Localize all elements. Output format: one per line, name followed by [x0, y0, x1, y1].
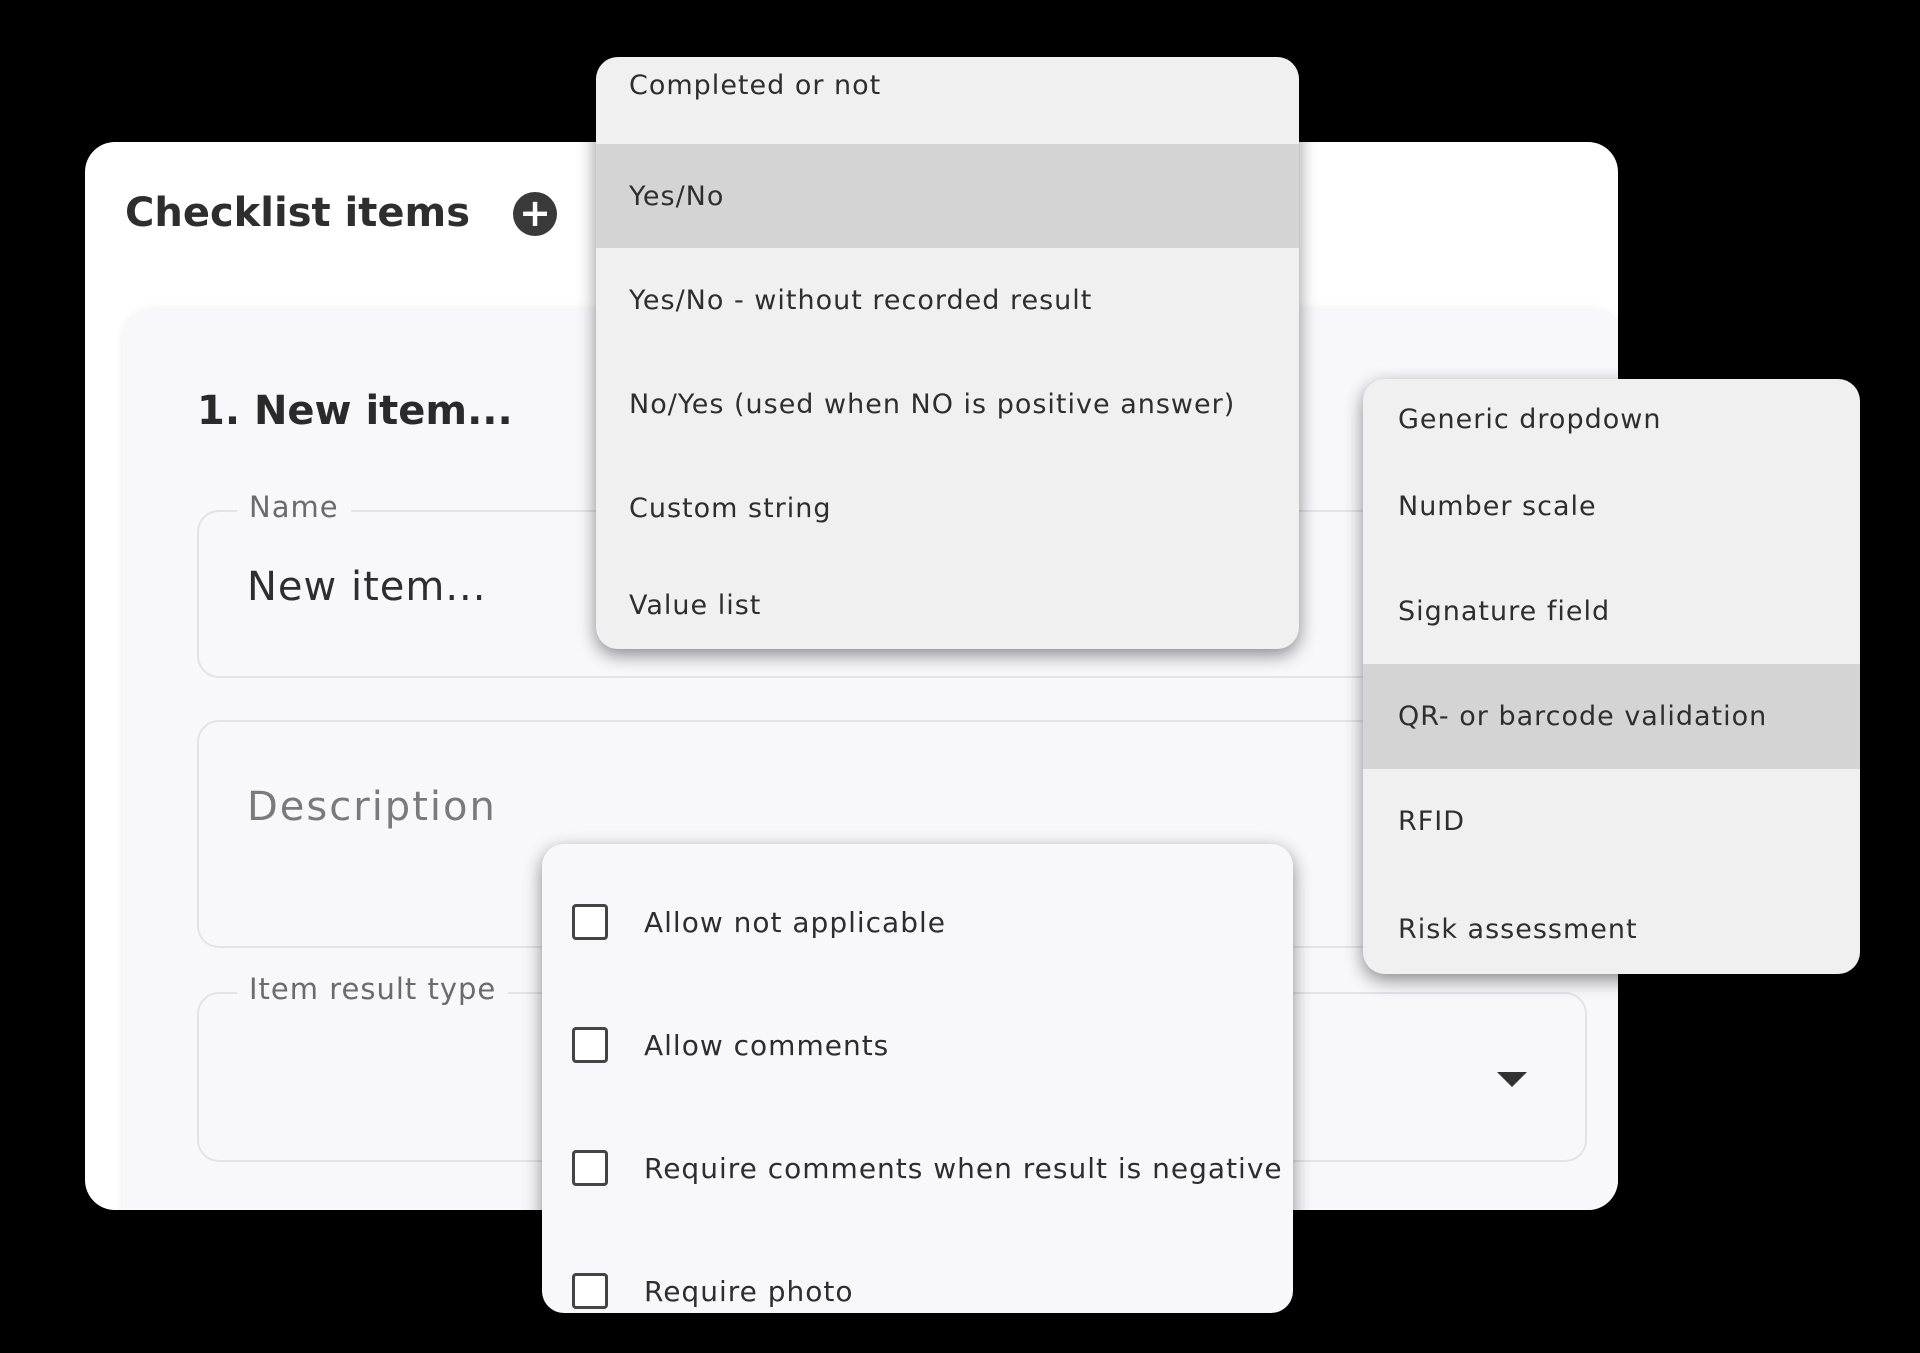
menu-item-custom-string[interactable]: Custom string	[596, 456, 1299, 560]
name-field-value[interactable]: New item...	[247, 564, 486, 610]
checkbox[interactable]	[572, 1027, 608, 1063]
description-placeholder: Description	[247, 784, 497, 830]
result-type-menu-more: Generic dropdown Number scale Signature …	[1363, 379, 1860, 974]
item-heading: 1. New item...	[197, 388, 513, 434]
options-panel: Allow not applicable Allow comments Requ…	[542, 844, 1293, 1313]
menu-item-no-yes[interactable]: No/Yes (used when NO is positive answer)	[596, 352, 1299, 456]
menu-item-yes-no-without-result[interactable]: Yes/No - without recorded result	[596, 248, 1299, 352]
menu-item-completed-or-not[interactable]: Completed or not	[596, 57, 1299, 144]
menu-item-yes-no[interactable]: Yes/No	[596, 144, 1299, 248]
add-item-button[interactable]: +	[513, 192, 557, 236]
plus-circle-icon: +	[519, 191, 551, 235]
checkbox[interactable]	[572, 904, 608, 940]
option-allow-comments[interactable]: Allow comments	[572, 1015, 889, 1075]
checkbox[interactable]	[572, 1273, 608, 1309]
checkbox[interactable]	[572, 1150, 608, 1186]
menu-item-generic-dropdown[interactable]: Generic dropdown	[1363, 379, 1860, 454]
menu-item-risk-assessment[interactable]: Risk assessment	[1363, 874, 1860, 974]
checklist-title: Checklist items	[125, 190, 470, 236]
result-type-menu: Completed or not Yes/No Yes/No - without…	[596, 57, 1299, 649]
menu-item-signature-field[interactable]: Signature field	[1363, 559, 1860, 664]
option-label: Allow comments	[644, 1028, 890, 1062]
result-type-label: Item result type	[237, 972, 509, 1006]
menu-item-number-scale[interactable]: Number scale	[1363, 454, 1860, 559]
option-allow-not-applicable[interactable]: Allow not applicable	[572, 892, 946, 952]
option-label: Allow not applicable	[644, 905, 946, 939]
option-require-photo[interactable]: Require photo	[572, 1261, 854, 1321]
name-field-label: Name	[237, 490, 351, 524]
menu-item-value-list[interactable]: Value list	[596, 560, 1299, 649]
option-label: Require comments when result is negative	[644, 1151, 1283, 1185]
option-label: Require photo	[644, 1274, 854, 1308]
option-require-comments-negative[interactable]: Require comments when result is negative	[572, 1138, 1283, 1198]
caret-down-icon[interactable]	[1497, 1072, 1527, 1087]
menu-item-qr-barcode[interactable]: QR- or barcode validation	[1363, 664, 1860, 769]
menu-item-rfid[interactable]: RFID	[1363, 769, 1860, 874]
